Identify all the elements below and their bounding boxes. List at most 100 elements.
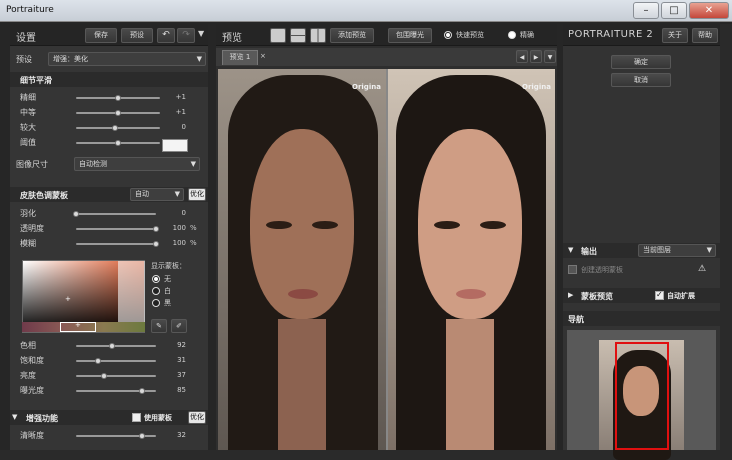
slider-track[interactable] — [76, 360, 156, 362]
eyedropper-icon[interactable]: ✎ — [151, 319, 167, 333]
expand-arrow-icon: ▶ — [568, 291, 574, 299]
original-preview-image[interactable]: Origina — [218, 69, 386, 450]
accurate-radio[interactable] — [508, 31, 516, 39]
slider-value: 32 — [177, 431, 186, 439]
minimize-button[interactable]: – — [633, 2, 659, 19]
show-mask-label: 显示蒙板： — [151, 262, 186, 270]
enhance-section-header[interactable]: ▼ 增强功能 使用蒙板 优化 — [10, 410, 208, 425]
preview-title: 预览 — [222, 33, 242, 44]
help-button[interactable]: 帮助 — [692, 28, 718, 43]
hue-range-selector[interactable]: + — [60, 321, 96, 332]
chevron-down-icon: ▼ — [190, 160, 196, 168]
slider-thumb[interactable] — [138, 388, 145, 394]
output-title: 输出 — [581, 247, 597, 256]
mask-section-header[interactable]: 皮肤色调蒙板 自动 ▼ 优化 — [10, 187, 208, 202]
settings-panel: 设置 保存 预设 ↶ ↷ ▼ 预设 增强：美化 ▼ 细节平滑 精细 +1 中等 +1 较大… — [10, 24, 208, 450]
tab-close-icon[interactable]: × — [260, 52, 266, 60]
slider-thumb[interactable] — [109, 343, 115, 349]
navigator-title: 导航 — [568, 315, 584, 324]
eyedropper-add-icon[interactable]: ✐ — [171, 319, 187, 333]
accurate-label: 精确 — [520, 31, 534, 39]
left-eye — [434, 221, 460, 229]
hue-range-bar[interactable]: + — [22, 321, 145, 332]
tab-right-icon[interactable]: ▶ — [530, 50, 542, 63]
auto-expand-checkbox[interactable] — [655, 290, 664, 300]
chevron-down-icon: ▼ — [174, 190, 180, 198]
preset-dropdown[interactable]: 增强：美化 ▼ — [48, 52, 206, 66]
fast-preview-label: 快速预览 — [456, 31, 484, 39]
save-button[interactable]: 保存 — [85, 28, 117, 43]
slider-track[interactable] — [76, 375, 156, 377]
mask-mode-dropdown[interactable]: 自动 ▼ — [130, 188, 184, 201]
right-eye — [480, 221, 506, 229]
mask-section-title: 皮肤色调蒙板 — [20, 191, 68, 200]
image-size-dropdown[interactable]: 自动检测 ▼ — [74, 157, 200, 171]
preview-panel: 预览 添加预览 包围曝光 快速预览 精确 预览 1 × ◀ ▶ ▼ Origin… — [216, 24, 557, 450]
navigator-viewport-box[interactable] — [615, 342, 669, 450]
slider-track[interactable] — [76, 243, 156, 245]
redo-icon[interactable]: ↷ — [177, 28, 195, 43]
close-button[interactable]: ✕ — [689, 2, 729, 19]
slider-label: 饱和度 — [20, 356, 44, 365]
slider-thumb[interactable] — [73, 211, 79, 217]
slider-track[interactable] — [76, 213, 156, 215]
single-view-icon[interactable] — [270, 28, 286, 43]
auto-expand-label: 自动扩展 — [667, 292, 695, 300]
navigator-area[interactable] — [567, 330, 716, 460]
transparent-mask-checkbox[interactable] — [568, 265, 577, 274]
image-size-label: 图像尺寸 — [16, 160, 48, 169]
slider-thumb[interactable] — [138, 433, 145, 439]
slider-track[interactable] — [76, 345, 156, 347]
slider-thumb[interactable] — [115, 110, 121, 116]
tab-menu-icon[interactable]: ▼ — [544, 50, 556, 63]
slider-thumb[interactable] — [101, 373, 107, 379]
tab-left-icon[interactable]: ◀ — [516, 50, 528, 63]
preset-value: 增强：美化 — [53, 55, 88, 63]
mask-preview-title: 蒙板预览 — [581, 292, 613, 301]
show-mask-option-label: 黑 — [164, 299, 171, 307]
tab-preview-1[interactable]: 预览 1 — [222, 50, 258, 65]
preview-header: 预览 添加预览 包围曝光 快速预览 精确 — [216, 24, 557, 46]
menu-arrow-icon[interactable]: ▼ — [198, 29, 204, 38]
slider-thumb[interactable] — [153, 226, 159, 232]
use-mask-checkbox[interactable] — [132, 413, 141, 422]
retouched-preview-image[interactable]: Origina — [388, 69, 555, 450]
portraiture-panel: PORTRAITURE 2 关于 帮助 确定 取消 ▼ 输出 当前图层 ▼ 创建透… — [563, 24, 720, 460]
add-preview-button[interactable]: 添加预览 — [330, 28, 374, 43]
show-mask-radio[interactable] — [152, 299, 160, 307]
slider-thumb[interactable] — [95, 358, 102, 364]
slider-value: 92 — [177, 341, 186, 349]
ok-button[interactable]: 确定 — [611, 55, 671, 69]
about-button[interactable]: 关于 — [662, 28, 688, 43]
slider-track[interactable] — [76, 228, 156, 230]
cancel-button[interactable]: 取消 — [611, 73, 671, 87]
bracket-button[interactable]: 包围曝光 — [388, 28, 432, 43]
show-mask-radio[interactable] — [152, 275, 160, 283]
split-horizontal-icon[interactable] — [290, 28, 306, 43]
detail-section-header[interactable]: 细节平滑 — [10, 72, 208, 87]
fast-preview-radio[interactable] — [444, 31, 452, 39]
slider-label: 透明度 — [20, 224, 44, 233]
slider-thumb[interactable] — [115, 95, 121, 101]
enhance-auto-button[interactable]: 优化 — [188, 411, 206, 424]
slider-value: 100 — [172, 224, 186, 232]
slider-thumb[interactable] — [115, 140, 121, 146]
undo-icon[interactable]: ↶ — [157, 28, 175, 43]
show-mask-radio[interactable] — [152, 287, 160, 295]
slider-value: 37 — [177, 371, 186, 379]
split-vertical-icon[interactable] — [310, 28, 326, 43]
output-dropdown[interactable]: 当前图层 ▼ — [638, 244, 716, 257]
maximize-button[interactable]: □ — [661, 2, 687, 19]
threshold-input[interactable] — [162, 139, 188, 152]
preset-label: 预设 — [16, 55, 32, 64]
mask-preview-section-header[interactable]: ▶ 蒙板预览 自动扩展 — [563, 288, 720, 303]
slider-label: 羽化 — [20, 209, 36, 218]
mask-auto-button[interactable]: 优化 — [188, 188, 206, 201]
chevron-down-icon: ▼ — [706, 246, 712, 254]
slider-thumb[interactable] — [153, 241, 159, 247]
output-section-header[interactable]: ▼ 输出 当前图层 ▼ — [563, 243, 720, 258]
slider-thumb[interactable] — [112, 125, 119, 131]
hue-marker: + — [75, 321, 81, 329]
show-mask-option-label: 无 — [164, 275, 171, 283]
preset-button[interactable]: 预设 — [121, 28, 153, 43]
